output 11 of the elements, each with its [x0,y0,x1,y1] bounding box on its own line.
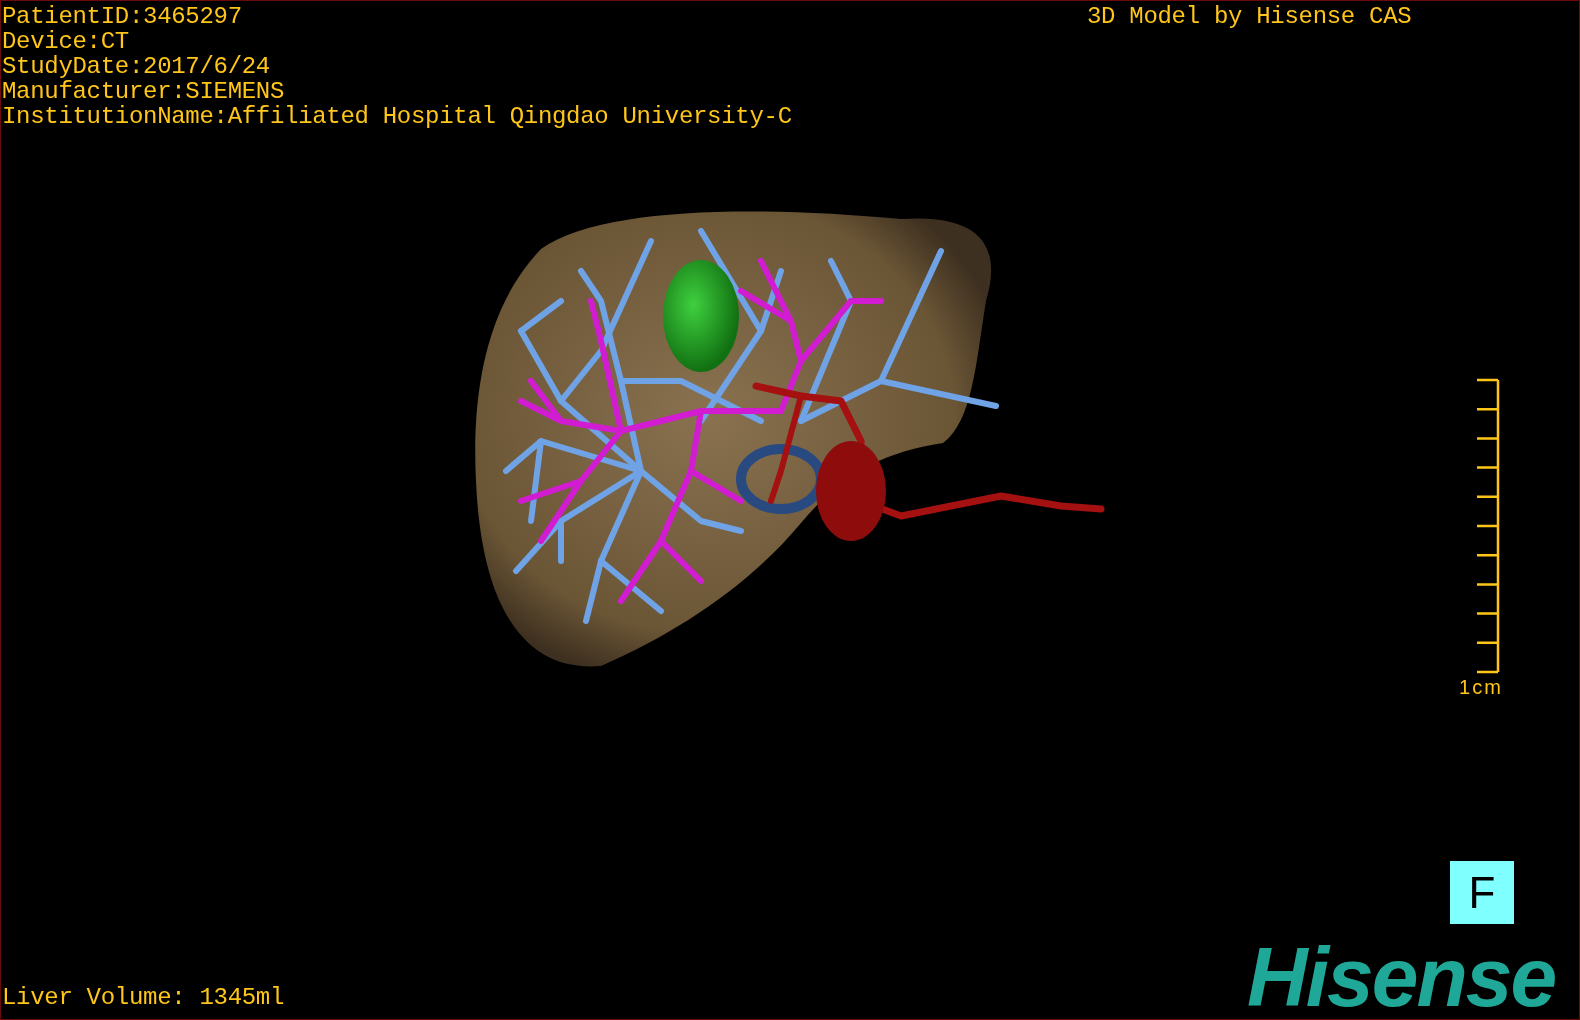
liver-volume-text: Liver Volume: 1345ml [2,985,285,1010]
brand-logo: Hisense [1247,935,1556,1019]
orientation-button[interactable]: F [1450,861,1514,924]
info-text: StudyDate:2017/6/24 [2,54,271,79]
liver-model-drawing[interactable] [475,211,1105,667]
viewer-title: 3D Model by Hisense CAS [1087,4,1412,29]
info-text: Device:CT [2,29,130,54]
info-text: PatientID:3465297 [2,4,243,29]
info-text: Manufacturer:SIEMENS [2,79,286,104]
scale-label: 1cm [1459,676,1503,699]
info-text: InstitutionName:Affiliated Hospital Qingdao University-C [2,104,792,129]
